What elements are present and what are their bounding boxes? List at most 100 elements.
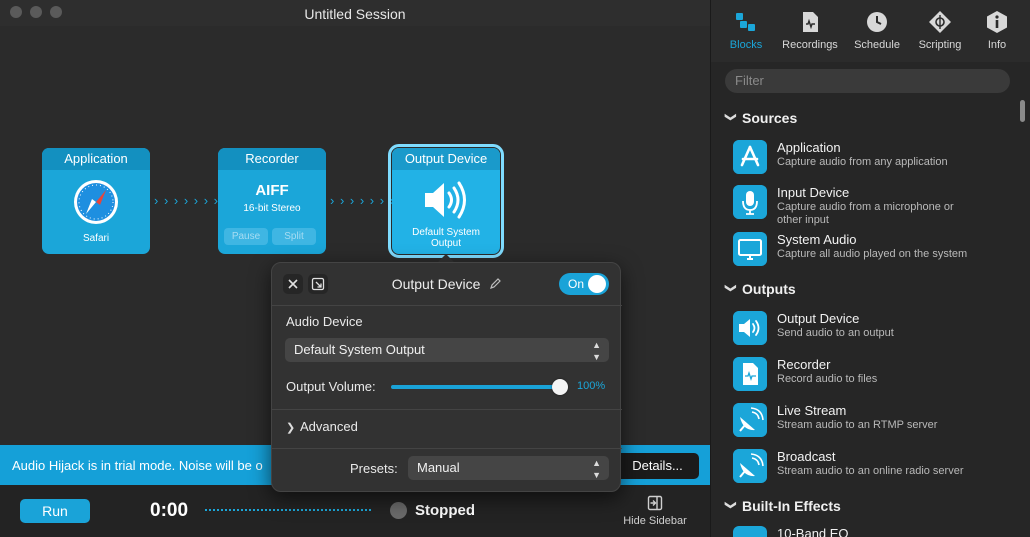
tab-scripting-label: Scripting	[918, 39, 962, 51]
block-enable-toggle[interactable]: On	[559, 273, 609, 295]
updown-chevron-icon: ▲ ▼	[592, 340, 601, 362]
details-button[interactable]: Details...	[616, 453, 699, 479]
transport-bar: Run 0:00 Stopped Hide Sidebar	[0, 485, 710, 537]
info-icon	[987, 11, 1007, 33]
audio-device-label: Audio Device	[286, 314, 363, 329]
toggle-label: On	[568, 277, 585, 291]
tab-blocks-label: Blocks	[729, 39, 763, 51]
broadcast-dish-icon	[733, 403, 767, 437]
output-volume-slider-knob[interactable]	[552, 379, 568, 395]
presets-label: Presets:	[350, 461, 398, 476]
scripting-icon	[929, 11, 951, 33]
app-store-icon	[733, 140, 767, 174]
app-window: Untitled Session Application Safari › › …	[0, 0, 1030, 537]
connector-arrows-1: › › › › › › ›	[154, 193, 219, 208]
eq-icon	[733, 526, 767, 537]
audio-device-value: Default System Output	[294, 342, 425, 357]
output-volume-slider[interactable]	[391, 385, 561, 389]
application-block-label: Safari	[82, 233, 110, 244]
block-item-desc: Send audio to an output	[777, 327, 894, 339]
window-title: Untitled Session	[304, 6, 406, 22]
audio-device-select[interactable]: Default System Output ▲ ▼	[285, 338, 609, 362]
chevron-down-icon: ❯	[724, 283, 737, 293]
chevron-down-icon: ❯	[724, 112, 737, 122]
hide-sidebar-label: Hide Sidebar	[623, 515, 687, 527]
tab-schedule[interactable]: Schedule	[842, 10, 912, 51]
tab-info[interactable]: Info	[962, 10, 1030, 51]
output-block-label-line1: Default System	[412, 227, 480, 238]
split-button[interactable]: Split	[272, 228, 316, 245]
output-volume-label: Output Volume:	[286, 379, 376, 394]
block-item-title: Recorder	[777, 357, 831, 372]
block-item-desc: Capture audio from any application	[777, 156, 948, 168]
document-icon	[733, 357, 767, 391]
block-item-title: Application	[777, 140, 841, 155]
block-item-10-band-eq[interactable]: 10-Band EQ	[733, 526, 1013, 537]
popover-header: Output Device On	[272, 263, 622, 305]
pause-button[interactable]: Pause	[224, 228, 268, 245]
recorder-block[interactable]: Recorder AIFF 16-bit Stereo Pause Split	[218, 148, 326, 254]
section-header-outputs[interactable]: ❯ Outputs	[724, 281, 796, 297]
hide-sidebar-button[interactable]: Hide Sidebar	[612, 495, 698, 527]
output-device-block[interactable]: Output Device Default System Output	[388, 144, 504, 258]
block-item-desc: Capture all audio played on the system	[777, 248, 968, 260]
output-volume-value: 100%	[577, 380, 606, 392]
block-item-desc: Capture audio from a microphone or other…	[777, 201, 954, 226]
divider	[272, 448, 622, 449]
clock-icon	[867, 12, 887, 32]
tab-recordings-label: Recordings	[782, 39, 838, 51]
blocks-icon	[736, 13, 755, 31]
divider	[272, 305, 622, 306]
block-item-title: System Audio	[777, 232, 857, 247]
block-item-title: Live Stream	[777, 403, 847, 418]
recordings-icon	[803, 12, 818, 32]
section-title: Outputs	[742, 281, 796, 297]
elapsed-time: 0:00	[150, 500, 189, 521]
level-meter	[205, 509, 371, 511]
section-title: Built-In Effects	[742, 498, 841, 514]
sidebar-collapse-icon	[647, 495, 663, 511]
monitor-icon	[733, 232, 767, 266]
block-item-desc: Record audio to files	[777, 373, 878, 385]
chevron-right-icon: ❯	[286, 422, 296, 434]
recorder-detail: 16-bit Stereo	[243, 203, 301, 214]
updown-chevron-icon: ▲ ▼	[592, 458, 601, 480]
presets-value: Manual	[417, 460, 460, 475]
tab-recordings[interactable]: Recordings	[775, 10, 845, 51]
rename-pencil-icon[interactable]	[488, 277, 502, 291]
application-block-header: Application	[42, 148, 150, 170]
section-header-sources[interactable]: ❯ Sources	[724, 110, 798, 126]
section-header-built-in-effects[interactable]: ❯ Built-In Effects	[724, 498, 841, 514]
trial-message: Audio Hijack is in trial mode. Noise wil…	[12, 458, 263, 473]
run-button[interactable]: Run	[20, 499, 90, 523]
recorder-block-header: Recorder	[218, 148, 326, 170]
tab-blocks[interactable]: Blocks	[711, 10, 781, 51]
tab-schedule-label: Schedule	[854, 39, 900, 51]
speaker-icon	[425, 181, 466, 219]
block-item-desc: Stream audio to an online radio server	[777, 465, 964, 477]
title-bar: Untitled Session	[0, 0, 710, 26]
advanced-disclosure[interactable]: ❯ Advanced	[286, 419, 358, 434]
block-item-title: 10-Band EQ	[777, 526, 849, 537]
sidebar-scrollbar[interactable]	[1020, 100, 1025, 122]
tab-info-label: Info	[987, 39, 1007, 51]
toggle-knob	[588, 275, 606, 293]
output-block-header: Output Device	[392, 148, 500, 170]
block-item-title: Input Device	[777, 185, 850, 200]
application-block[interactable]: Application Safari	[42, 148, 150, 254]
recorder-format: AIFF	[255, 182, 289, 199]
output-block-label-line2: Output	[430, 238, 462, 249]
output-device-popover: Output Device On Audio Device Default Sy…	[271, 262, 622, 492]
speaker-icon	[733, 311, 767, 345]
microphone-icon	[733, 185, 767, 219]
status-text: Stopped	[415, 502, 475, 519]
connector-arrows-2: › › › › › › ›	[330, 193, 395, 208]
presets-select[interactable]: Manual ▲ ▼	[408, 456, 609, 480]
sidebar: Blocks Recordings Schedule Scripting Inf…	[710, 0, 1030, 537]
filter-input[interactable]: Filter	[725, 69, 1010, 93]
satellite-dish-icon	[733, 449, 767, 483]
popover-title-text: Output Device	[391, 276, 481, 292]
safari-icon	[74, 180, 118, 224]
advanced-label: Advanced	[300, 419, 358, 434]
chevron-down-icon: ❯	[724, 500, 737, 510]
